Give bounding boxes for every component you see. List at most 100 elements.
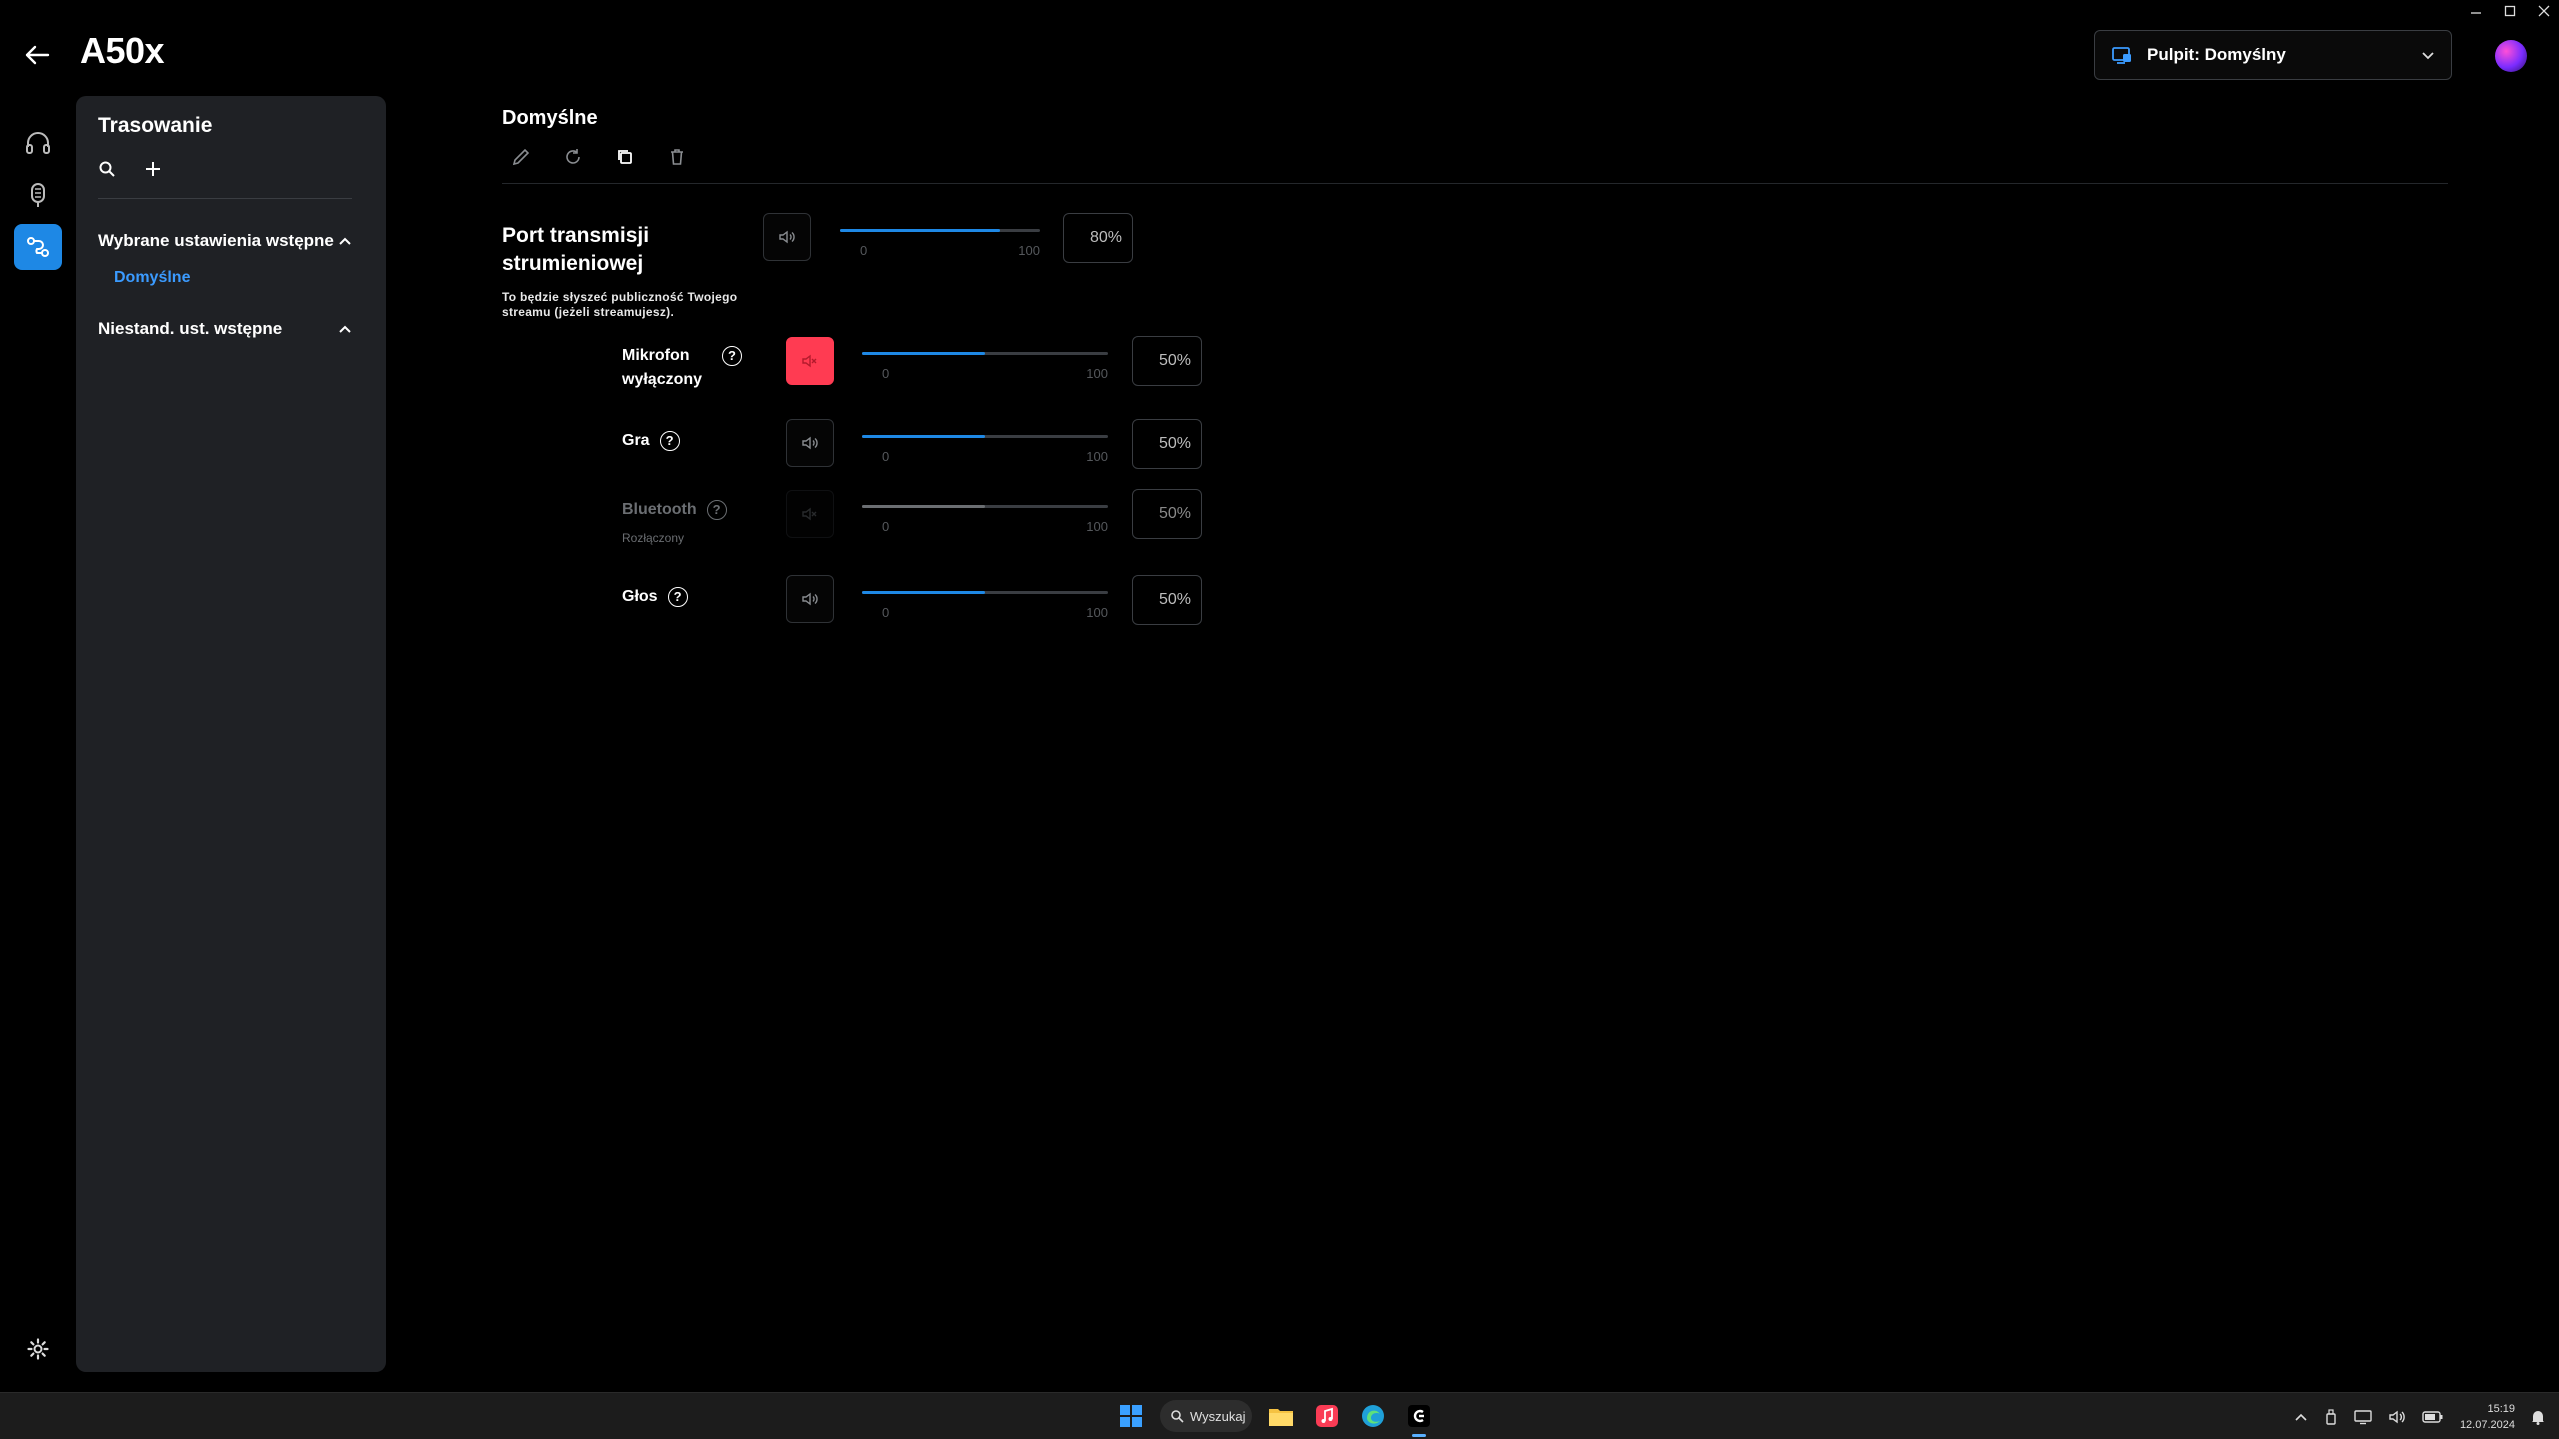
speaker-icon	[778, 228, 796, 246]
back-arrow-icon[interactable]	[22, 40, 52, 70]
user-avatar[interactable]	[2495, 40, 2527, 72]
taskbar: Wyszukaj 15:19 12.07.2024	[0, 1392, 2559, 1439]
slider-max: 100	[1086, 366, 1108, 381]
section-selected-presets[interactable]: Wybrane ustawienia wstępne	[98, 231, 364, 251]
slider-fill	[862, 435, 985, 438]
duplicate-icon[interactable]	[614, 146, 636, 168]
bluetooth-mute-button	[786, 490, 834, 538]
slider-max: 100	[1086, 449, 1108, 464]
mic-mute-button[interactable]	[786, 337, 834, 385]
profile-dropdown-label: Pulpit: Domyślny	[2147, 45, 2286, 64]
nav-routing[interactable]	[14, 224, 62, 270]
maximize-button[interactable]	[2503, 4, 2517, 18]
reset-icon[interactable]	[562, 146, 584, 168]
edit-pencil-icon[interactable]	[510, 146, 532, 168]
nav-microphone[interactable]	[14, 172, 62, 218]
plus-icon[interactable]	[144, 160, 162, 178]
help-icon[interactable]: ?	[659, 431, 680, 451]
slider-max: 100	[1018, 243, 1040, 258]
slider-min: 0	[882, 519, 890, 534]
music-app-icon[interactable]	[1310, 1399, 1344, 1433]
device-title: A50x	[80, 30, 165, 71]
voice-volume-slider[interactable]: 0 100	[862, 583, 1108, 623]
speaker-icon	[801, 590, 819, 608]
slider-max: 100	[1086, 519, 1108, 534]
voice-mute-button[interactable]	[786, 575, 834, 623]
file-explorer-icon[interactable]	[1264, 1399, 1298, 1433]
channel-bluetooth-label: Bluetooth ?	[622, 498, 727, 522]
network-icon[interactable]	[2354, 1409, 2372, 1425]
channel-mic-label: Mikrofon wyłączony ?	[622, 344, 762, 392]
content-divider	[502, 183, 2448, 184]
clock-date: 12.07.2024	[2459, 1419, 2515, 1431]
slider-fill	[862, 352, 985, 355]
preset-title: Domyślne	[502, 107, 598, 129]
speaker-icon	[801, 434, 819, 452]
channel-game-label: Gra ?	[622, 429, 680, 453]
chevron-down-icon	[2421, 48, 2435, 62]
slider-min: 0	[860, 243, 868, 258]
channel-voice-label: Głos ?	[622, 585, 688, 609]
edge-browser-icon[interactable]	[1356, 1399, 1390, 1433]
slider-max: 100	[1086, 605, 1108, 620]
search-icon[interactable]	[98, 160, 116, 178]
notification-bell-icon[interactable]	[2531, 1409, 2545, 1425]
mic-volume-slider[interactable]: 0 100	[862, 344, 1108, 384]
desktop-profile-icon	[2111, 44, 2133, 66]
system-tray: 15:19 12.07.2024	[2294, 1397, 2545, 1437]
window-controls	[2469, 4, 2551, 18]
start-button[interactable]	[1114, 1399, 1148, 1433]
taskbar-clock[interactable]: 15:19 12.07.2024	[2460, 1401, 2515, 1433]
help-icon[interactable]: ?	[667, 587, 688, 607]
preset-item-default[interactable]: Domyślne	[114, 269, 364, 287]
slider-min: 0	[882, 449, 890, 464]
clock-time: 15:19	[2487, 1403, 2515, 1415]
chevron-up-icon	[338, 322, 352, 336]
taskbar-search[interactable]: Wyszukaj	[1160, 1400, 1252, 1432]
slider-fill	[862, 505, 985, 508]
close-window-button[interactable]	[2537, 4, 2551, 18]
bluetooth-volume-slider: 0 100	[862, 497, 1108, 537]
speaker-muted-icon	[801, 505, 819, 523]
settings-gear-icon[interactable]	[22, 1333, 54, 1365]
battery-icon[interactable]	[2422, 1410, 2444, 1424]
preset-toolbar	[510, 146, 688, 168]
panel-divider	[98, 198, 352, 199]
stream-port-description: To będzie słyszeć publiczność Twojego st…	[502, 290, 738, 319]
stream-mute-button[interactable]	[763, 213, 811, 261]
nav-rail	[14, 120, 62, 276]
chevron-up-icon	[338, 234, 352, 248]
chevron-up-icon[interactable]	[2294, 1410, 2308, 1424]
profile-dropdown[interactable]: Pulpit: Domyślny	[2094, 30, 2452, 80]
stream-volume-slider[interactable]: 0 100	[840, 221, 1040, 261]
slider-fill	[862, 591, 985, 594]
search-icon	[1170, 1409, 1184, 1423]
stream-volume-input[interactable]: 80%	[1063, 213, 1133, 263]
game-volume-slider[interactable]: 0 100	[862, 427, 1108, 467]
game-mute-button[interactable]	[786, 419, 834, 467]
mic-volume-input[interactable]: 50%	[1132, 336, 1202, 386]
stream-port-title: Port transmisji strumieniowej	[502, 224, 650, 275]
help-icon[interactable]: ?	[722, 346, 742, 366]
volume-icon[interactable]	[2388, 1409, 2406, 1425]
panel-title: Trasowanie	[98, 114, 213, 137]
channel-mic-name: Mikrofon wyłączony	[622, 347, 703, 388]
voice-volume-input[interactable]: 50%	[1132, 575, 1202, 625]
slider-fill	[840, 229, 1000, 232]
section-custom-presets[interactable]: Niestand. ust. wstępne	[98, 319, 364, 339]
channel-bluetooth-status: Rozłączony	[622, 531, 685, 545]
help-icon[interactable]: ?	[706, 500, 727, 520]
logitech-ghub-icon[interactable]	[1402, 1399, 1436, 1437]
usb-icon[interactable]	[2324, 1409, 2338, 1425]
routing-panel: Trasowanie Wybrane ustawienia wstępne Do…	[76, 96, 386, 1372]
trash-icon[interactable]	[666, 146, 688, 168]
speaker-muted-icon	[801, 352, 819, 370]
game-volume-input[interactable]: 50%	[1132, 419, 1202, 469]
section-selected-label: Wybrane ustawienia wstępne	[98, 231, 334, 250]
channel-bluetooth-name: Bluetooth	[622, 501, 697, 518]
minimize-button[interactable]	[2469, 4, 2483, 18]
section-custom-label: Niestand. ust. wstępne	[98, 319, 283, 338]
nav-headphones[interactable]	[14, 120, 62, 166]
taskbar-search-label: Wyszukaj	[1190, 1408, 1246, 1424]
bluetooth-volume-input: 50%	[1132, 489, 1202, 539]
